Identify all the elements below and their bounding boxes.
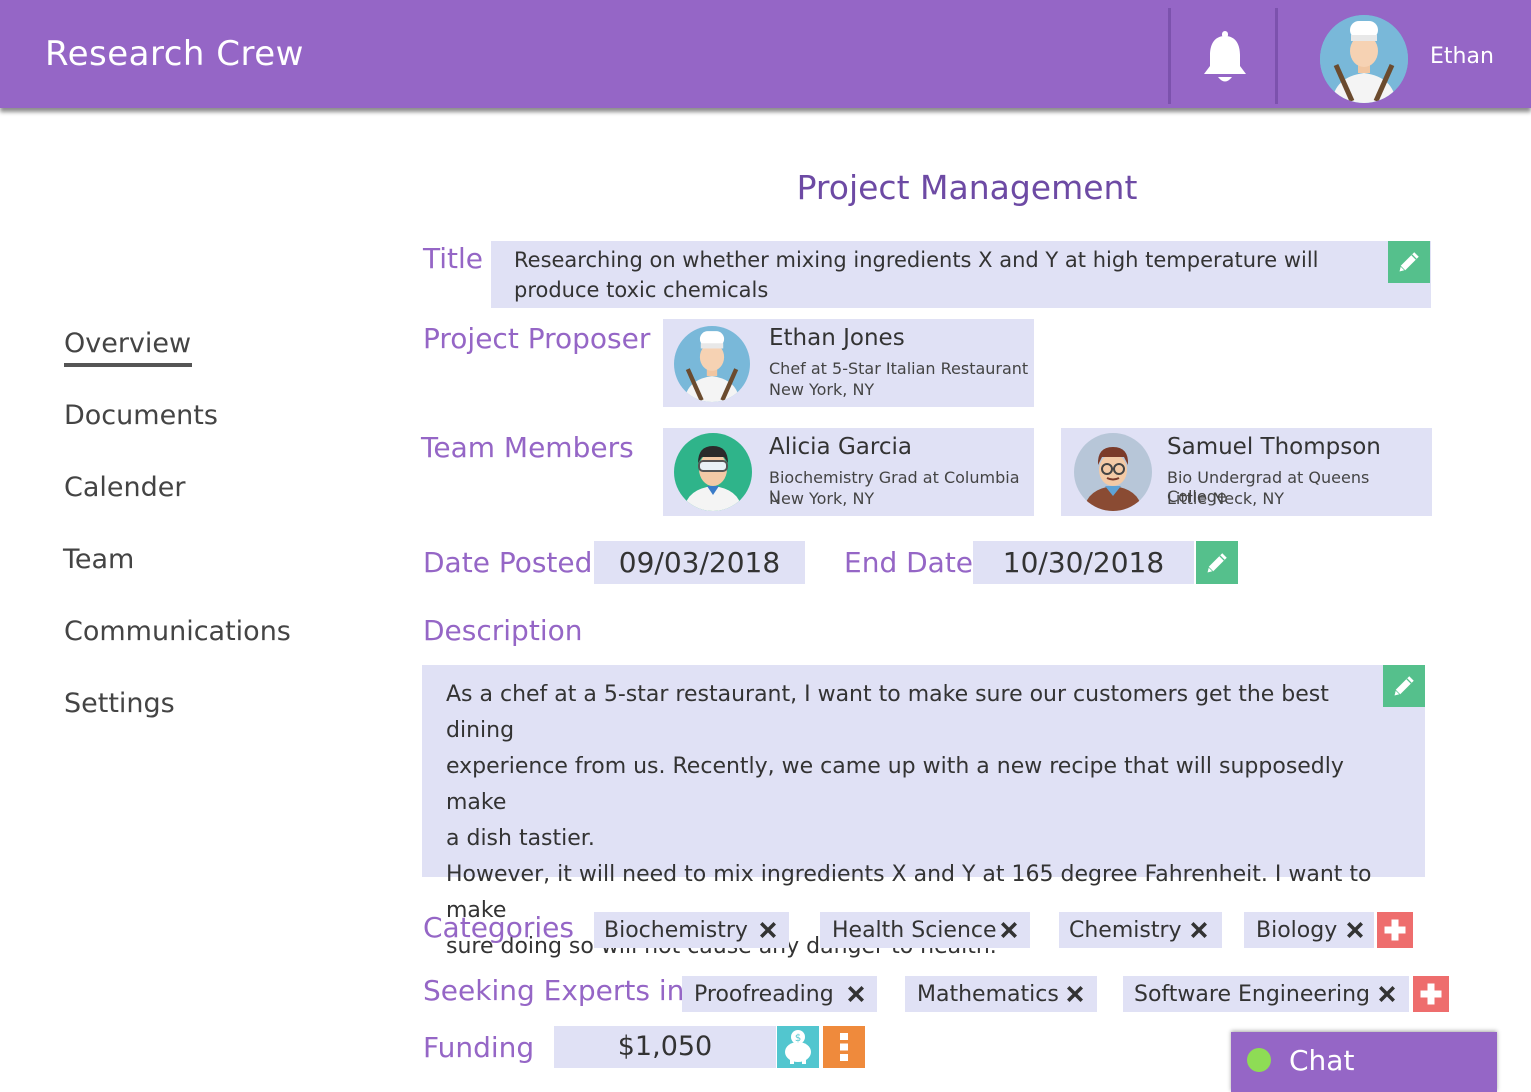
date-posted-label: Date Posted (423, 546, 593, 579)
category-tag-label: Biology (1256, 917, 1338, 943)
expert-tag: Mathematics (905, 976, 1097, 1012)
piggy-bank-icon: $ (785, 1030, 811, 1064)
category-tag: Biology (1244, 912, 1374, 948)
online-status-indicator (1247, 1048, 1271, 1072)
remove-icon[interactable] (756, 918, 780, 942)
active-nav-underline (64, 363, 192, 367)
chat-button[interactable]: Chat (1231, 1032, 1497, 1092)
add-expert-button[interactable] (1413, 976, 1449, 1012)
funding-value: $1,050 (554, 1026, 776, 1068)
app-title: Research Crew (45, 34, 304, 74)
remove-icon[interactable] (1343, 918, 1367, 942)
member-name: Alicia Garcia (769, 434, 912, 460)
sidebar-item-overview[interactable]: Overview (64, 328, 191, 359)
more-vertical-icon (840, 1033, 848, 1061)
remove-icon[interactable] (844, 982, 868, 1006)
expert-tag: Proofreading (682, 976, 877, 1012)
remove-icon[interactable] (1187, 918, 1211, 942)
expert-tag-label: Proofreading (694, 981, 834, 1007)
plus-icon (1381, 916, 1409, 944)
sidebar-item-communications[interactable]: Communications (64, 616, 291, 647)
proposer-avatar (674, 326, 750, 402)
proposer-role: Chef at 5-Star Italian Restaurant (769, 359, 1029, 378)
pencil-icon (1394, 247, 1424, 277)
edit-end-date-button[interactable] (1196, 541, 1238, 584)
description-label: Description (423, 614, 583, 647)
funding-label: Funding (423, 1031, 535, 1064)
expert-tag-label: Mathematics (917, 981, 1059, 1007)
end-date-label: End Date (844, 546, 974, 579)
remove-icon[interactable] (1063, 982, 1087, 1006)
category-tag-label: Health Science (832, 917, 997, 943)
plus-icon (1417, 980, 1445, 1008)
proposer-label: Project Proposer (423, 322, 651, 355)
proposer-location: New York, NY (769, 380, 875, 399)
category-tag-label: Biochemistry (604, 917, 748, 943)
header-divider (1168, 8, 1171, 104)
end-date-field[interactable]: 10/30/2018 (973, 541, 1194, 584)
date-posted-value: 09/03/2018 (594, 541, 805, 584)
description-line: As a chef at a 5-star restaurant, I want… (446, 682, 1329, 743)
remove-icon[interactable] (997, 918, 1021, 942)
user-avatar[interactable] (1320, 15, 1408, 103)
user-name[interactable]: Ethan (1430, 44, 1494, 69)
edit-description-button[interactable] (1383, 665, 1425, 707)
header-divider (1275, 8, 1278, 104)
team-label: Team Members (421, 431, 634, 464)
experts-label: Seeking Experts in (423, 974, 685, 1007)
title-label: Title (423, 242, 484, 275)
description-line: experience from us. Recently, we came up… (446, 754, 1344, 815)
add-category-button[interactable] (1377, 912, 1413, 948)
title-value: Researching on whether mixing ingredient… (514, 248, 1319, 302)
svg-text:$: $ (795, 1033, 801, 1044)
title-field[interactable]: Researching on whether mixing ingredient… (491, 241, 1431, 308)
app-header: Research Crew Ethan (0, 0, 1531, 108)
proposer-card[interactable]: Ethan Jones Chef at 5-Star Italian Resta… (663, 319, 1034, 407)
sidebar-item-calender[interactable]: Calender (64, 472, 185, 503)
expert-tag-label: Software Engineering (1134, 981, 1370, 1007)
piggy-bank-button[interactable]: $ (777, 1026, 819, 1068)
funding-menu-button[interactable] (823, 1026, 865, 1068)
remove-icon[interactable] (1375, 982, 1399, 1006)
category-tag: Biochemistry (594, 912, 789, 948)
description-line: a dish tastier. (446, 826, 595, 851)
sidebar-item-team[interactable]: Team (63, 544, 134, 575)
team-member-card[interactable]: Alicia Garcia Biochemistry Grad at Colum… (663, 428, 1034, 516)
page-title: Project Management (796, 168, 1138, 207)
sidebar-item-settings[interactable]: Settings (64, 688, 175, 719)
member-avatar (1074, 433, 1152, 511)
sidebar-item-documents[interactable]: Documents (64, 400, 218, 431)
member-location: Little Neck, NY (1167, 489, 1285, 508)
chat-label: Chat (1289, 1044, 1355, 1077)
pencil-icon (1202, 548, 1232, 578)
categories-label: Categories (423, 911, 574, 944)
proposer-name: Ethan Jones (769, 325, 905, 351)
member-location: New York, NY (769, 489, 875, 508)
member-name: Samuel Thompson (1167, 434, 1381, 460)
bell-icon[interactable] (1201, 30, 1249, 86)
edit-title-button[interactable] (1388, 241, 1430, 283)
category-tag: Health Science (820, 912, 1030, 948)
member-avatar (674, 433, 752, 511)
team-member-card[interactable]: Samuel Thompson Bio Undergrad at Queens … (1061, 428, 1432, 516)
expert-tag: Software Engineering (1123, 976, 1409, 1012)
category-tag: Chemistry (1059, 912, 1222, 948)
description-field[interactable]: As a chef at a 5-star restaurant, I want… (422, 665, 1425, 959)
category-tag-label: Chemistry (1069, 917, 1182, 943)
pencil-icon (1389, 671, 1419, 701)
